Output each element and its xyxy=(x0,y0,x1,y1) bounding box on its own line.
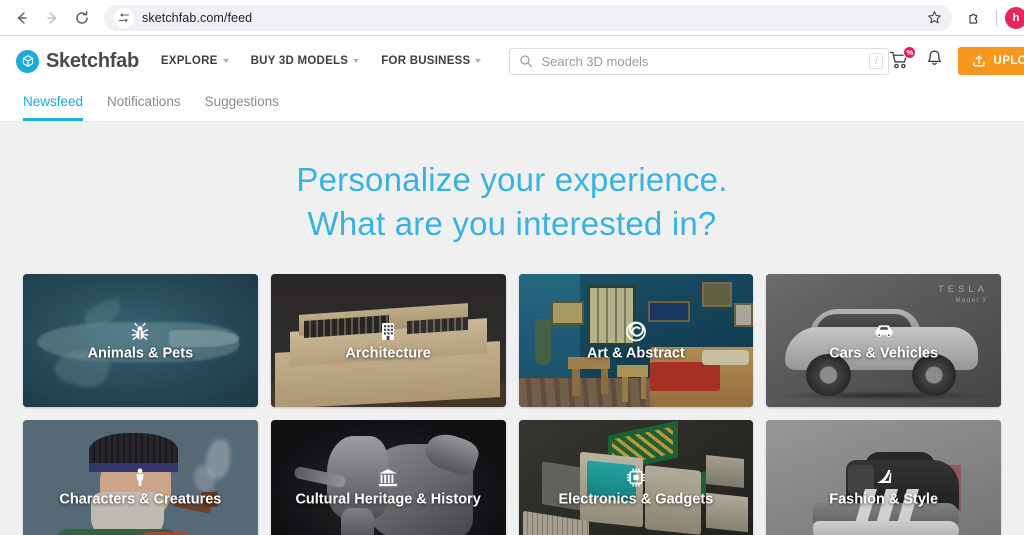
search-box[interactable]: Search 3D models / xyxy=(509,47,890,75)
chevron-down-icon xyxy=(353,59,360,63)
building-icon xyxy=(377,320,399,342)
category-card-art-abstract[interactable]: Art & Abstract xyxy=(518,274,754,408)
puzzle-piece-icon xyxy=(969,13,978,24)
category-card-fashion-style[interactable]: Fashion & Style xyxy=(766,420,1001,535)
nav-item-explore[interactable]: EXPLORE xyxy=(161,55,229,67)
nav-label: EXPLORE xyxy=(160,55,218,67)
category-card-architecture[interactable]: Architecture xyxy=(270,274,506,408)
feed-tabs: Newsfeed Notifications Suggestions xyxy=(0,86,1024,122)
person-icon xyxy=(129,466,151,488)
spiral-icon xyxy=(625,320,647,342)
nav-label: BUY 3D MODELS xyxy=(250,55,349,67)
header-actions: % UPLOAD xyxy=(889,46,1024,75)
cart-badge: % xyxy=(903,46,917,59)
category-card-cars-vehicles[interactable]: TESLA Model X Cars & Vehicles xyxy=(766,274,1001,408)
tab-notifications[interactable]: Notifications xyxy=(107,94,181,121)
nav-item-buy-3d-models[interactable]: BUY 3D MODELS xyxy=(251,55,360,67)
nav-label: FOR BUSINESS xyxy=(381,55,471,67)
sketchfab-cube-icon xyxy=(16,49,39,73)
tab-suggestions[interactable]: Suggestions xyxy=(205,94,279,121)
cart-button[interactable]: % xyxy=(889,46,917,72)
chip-icon xyxy=(625,466,647,488)
category-card-characters-creatures[interactable]: Characters & Creatures xyxy=(23,420,258,535)
toolbar-divider xyxy=(996,9,997,26)
category-label: Cars & Vehicles xyxy=(829,345,939,362)
forward-arrow-icon xyxy=(47,11,57,24)
back-button[interactable] xyxy=(8,4,36,32)
nav-item-for-business[interactable]: FOR BUSINESS xyxy=(381,55,482,67)
upload-icon xyxy=(973,55,986,67)
high-heel-icon xyxy=(873,466,895,488)
sketchfab-logo[interactable]: Sketchfab xyxy=(16,49,139,73)
sketchfab-wordmark: Sketchfab xyxy=(46,49,139,72)
notifications-button[interactable] xyxy=(925,49,944,73)
category-label: Characters & Creatures xyxy=(59,491,222,508)
watermark-brand: TESLA xyxy=(937,284,988,296)
browser-profile-avatar[interactable]: h xyxy=(1005,6,1024,29)
tesla-watermark: TESLA Model X xyxy=(938,283,988,306)
search-shortcut-badge: / xyxy=(869,53,884,69)
upload-button[interactable]: UPLOAD xyxy=(958,47,1024,75)
category-label: Fashion & Style xyxy=(829,491,939,508)
category-label: Electronics & Gadgets xyxy=(558,491,714,508)
back-arrow-icon xyxy=(17,11,27,24)
category-card-animals-pets[interactable]: Animals & Pets xyxy=(23,274,258,408)
url-text: sketchfab.com/feed xyxy=(142,10,253,25)
upload-label: UPLOAD xyxy=(993,55,1024,67)
museum-icon xyxy=(377,466,399,488)
watermark-model: Model X xyxy=(955,298,988,305)
site-settings-button[interactable] xyxy=(114,7,134,28)
category-label: Cultural Heritage & History xyxy=(295,491,481,508)
category-card-electronics-gadgets[interactable]: Electronics & Gadgets xyxy=(518,420,754,535)
star-icon xyxy=(927,11,941,24)
site-settings-icon xyxy=(118,13,130,22)
extensions-button[interactable] xyxy=(962,5,988,31)
car-icon xyxy=(873,320,895,342)
chevron-down-icon xyxy=(222,59,229,63)
search-icon xyxy=(520,55,533,68)
category-grid: Animals & Pets Architecture Art & Abstra… xyxy=(23,274,1001,535)
primary-nav: EXPLORE BUY 3D MODELS FOR BUSINESS xyxy=(161,55,482,67)
bookmark-button[interactable] xyxy=(922,6,946,30)
bug-icon xyxy=(129,320,151,342)
hero-line-2: What are you interested in? xyxy=(307,204,717,242)
category-label: Architecture xyxy=(345,345,431,362)
search-input-placeholder: Search 3D models xyxy=(541,53,649,69)
category-card-cultural-heritage-history[interactable]: Cultural Heritage & History xyxy=(270,420,506,535)
address-bar[interactable]: sketchfab.com/feed xyxy=(104,4,952,31)
forward-button[interactable] xyxy=(38,4,66,32)
page-title: Personalize your experience. What are yo… xyxy=(0,158,1024,245)
main-content: Personalize your experience. What are yo… xyxy=(0,122,1024,535)
site-header: Sketchfab EXPLORE BUY 3D MODELS FOR BUSI… xyxy=(0,36,1024,86)
browser-toolbar: sketchfab.com/feed h xyxy=(0,0,1024,35)
reload-icon xyxy=(76,10,88,24)
tab-newsfeed[interactable]: Newsfeed xyxy=(23,94,84,121)
hero-line-1: Personalize your experience. xyxy=(296,161,728,198)
category-label: Art & Abstract xyxy=(586,345,685,362)
reload-button[interactable] xyxy=(68,4,96,32)
bell-icon xyxy=(928,50,942,65)
chevron-down-icon xyxy=(475,59,482,63)
category-label: Animals & Pets xyxy=(87,345,194,362)
